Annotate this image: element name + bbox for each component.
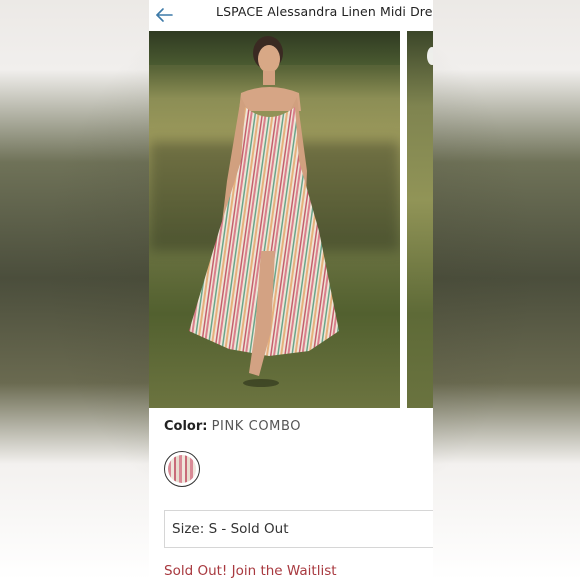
- color-label: Color:: [164, 419, 208, 434]
- product-photo-main[interactable]: [149, 31, 400, 408]
- app-screen: LSPACE Alessandra Linen Midi Dress Color…: [149, 0, 433, 580]
- next-image-indicator: [427, 47, 433, 65]
- color-swatch-pink-combo[interactable]: [164, 451, 200, 487]
- top-nav-bar: LSPACE Alessandra Linen Midi Dress: [149, 0, 433, 30]
- color-row: Color: PINK COMBO: [164, 419, 301, 434]
- size-select-text: Size: S - Sold Out: [172, 521, 289, 537]
- join-waitlist-link[interactable]: Sold Out! Join the Waitlist: [164, 563, 337, 579]
- color-value: PINK COMBO: [211, 419, 302, 434]
- size-select[interactable]: Size: S - Sold Out: [164, 510, 433, 548]
- product-photo-next[interactable]: [407, 31, 433, 408]
- swatch-stripes: [168, 455, 196, 483]
- size-label: Size:: [172, 521, 205, 537]
- back-arrow-icon[interactable]: [153, 4, 175, 26]
- product-image-gallery[interactable]: [149, 31, 433, 408]
- model-figure: [189, 36, 339, 387]
- size-value: S - Sold Out: [208, 521, 289, 537]
- page-title: LSPACE Alessandra Linen Midi Dress: [216, 4, 433, 19]
